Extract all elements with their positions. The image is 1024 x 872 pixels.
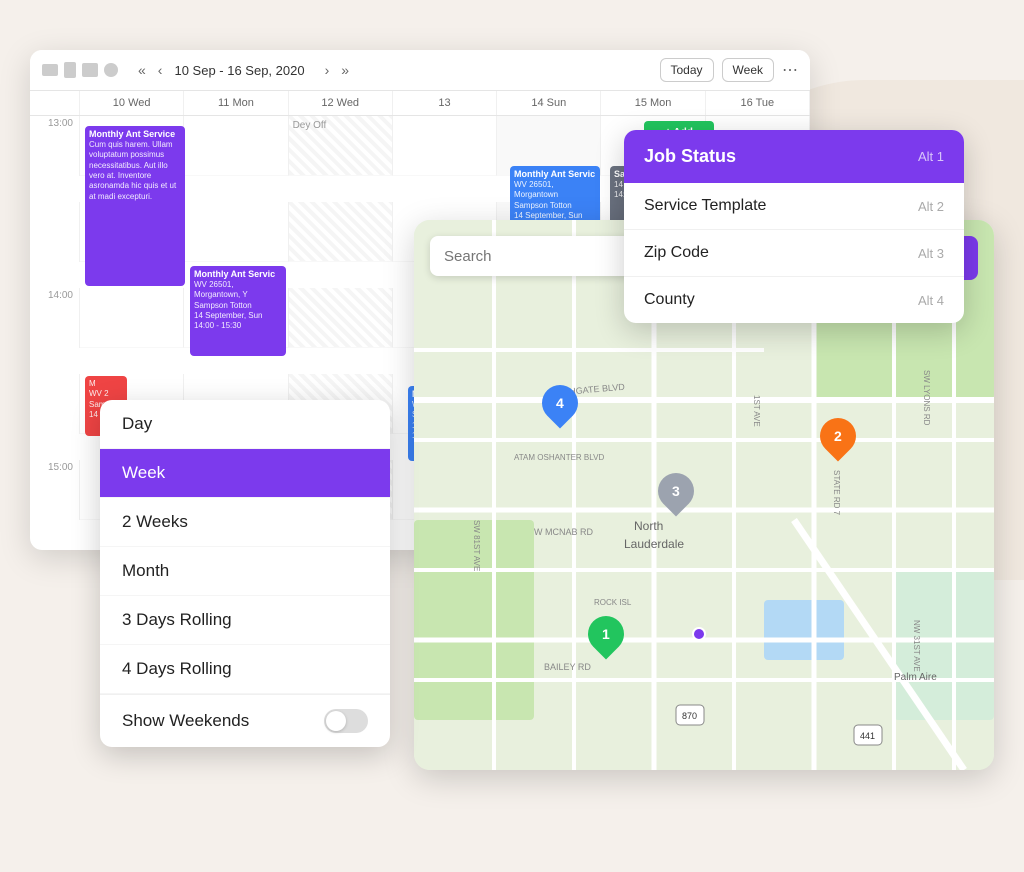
calendar-header: 10 Wed 11 Mon 12 Wed 13 14 Sun 15 Mon 16…	[30, 91, 810, 116]
date-range-label: 10 Sep - 16 Sep, 2020	[174, 63, 304, 78]
dropdown-alt-0: Alt 2	[918, 199, 944, 214]
time-14-30	[30, 374, 80, 434]
day-header-0: 10 Wed	[80, 91, 184, 115]
job-status-dropdown: Job Status Alt 1 Service Template Alt 2 …	[624, 130, 964, 323]
weekends-toggle[interactable]	[324, 709, 368, 733]
cell-r1-c1	[184, 116, 288, 176]
svg-text:BAILEY RD: BAILEY RD	[544, 662, 591, 672]
day-header-2: 12 Wed	[289, 91, 393, 115]
calendar-toolbar: « ‹ 10 Sep - 16 Sep, 2020 › » Today Week…	[30, 50, 810, 91]
day-header-3: 13	[393, 91, 497, 115]
event-monthly-ant-col0[interactable]: Monthly Ant Service Cum quis harem. Ulla…	[85, 126, 185, 286]
nav-arrows: « ‹	[134, 60, 166, 80]
dropdown-item-zip-code[interactable]: Zip Code Alt 3	[624, 230, 964, 277]
time-13-30	[30, 202, 80, 262]
day-off-label: Dey Off	[293, 120, 327, 131]
marker-dot[interactable]	[692, 627, 706, 641]
view-item-month[interactable]: Month	[100, 547, 390, 596]
dropdown-item-service-template[interactable]: Service Template Alt 2	[624, 183, 964, 230]
time-14-00: 14:00	[30, 288, 80, 348]
svg-text:870: 870	[682, 711, 697, 721]
toolbar-right: Today Week ⋯	[660, 58, 799, 82]
event-detail-1: WV 26501, Morgantown, YSampson Totton14 …	[194, 280, 282, 332]
prev-button[interactable]: ‹	[154, 60, 167, 80]
prev-prev-button[interactable]: «	[134, 60, 150, 80]
cell-r2-c2	[289, 202, 393, 262]
marker-3[interactable]: 3	[658, 473, 694, 509]
cell-r1-c2: Dey Off	[289, 116, 393, 176]
day-header-1: 11 Mon	[184, 91, 288, 115]
view-item-2weeks[interactable]: 2 Weeks	[100, 498, 390, 547]
toolbar-icons	[42, 62, 118, 78]
dropdown-label-2: County	[644, 291, 695, 309]
event-monthly-ant-col1[interactable]: Monthly Ant Servic WV 26501, Morgantown,…	[190, 266, 286, 356]
svg-text:441: 441	[860, 731, 875, 741]
marker-4[interactable]: 4	[542, 385, 578, 421]
view-label-4days: 4 Days Rolling	[122, 659, 232, 678]
svg-text:W MCNAB RD: W MCNAB RD	[534, 527, 593, 537]
view-label-3days: 3 Days Rolling	[122, 610, 232, 629]
marker-2[interactable]: 2	[820, 418, 856, 454]
event-detail: Cum quis harem. Ullam voluptatum possimu…	[89, 140, 181, 202]
cell-r1-c3	[393, 116, 497, 176]
view-label-month: Month	[122, 561, 169, 580]
dropdown-label-0: Service Template	[644, 197, 766, 215]
dropdown-alt-2: Alt 4	[918, 293, 944, 308]
dropdown-item-county[interactable]: County Alt 4	[624, 277, 964, 323]
dropdown-header-alt: Alt 1	[918, 149, 944, 164]
time-15-00: 15:00	[30, 460, 80, 520]
dropdown-alt-1: Alt 3	[918, 246, 944, 261]
view-label-2weeks: 2 Weeks	[122, 512, 188, 531]
svg-text:SW LYONS RD: SW LYONS RD	[922, 370, 931, 426]
event-title: Monthly Ant Service	[89, 129, 181, 140]
sidebar-toggle-icon[interactable]	[42, 64, 58, 76]
marker-3-label: 3	[672, 483, 680, 499]
marker-1[interactable]: 1	[588, 616, 624, 652]
svg-text:Palm Aire: Palm Aire	[894, 672, 937, 683]
cell-r3-c2	[289, 288, 393, 348]
nav-arrows-right: › »	[321, 60, 353, 80]
view-item-day[interactable]: Day	[100, 400, 390, 449]
time-13-00: 13:00	[30, 116, 80, 176]
event-title-1: Monthly Ant Servic	[194, 269, 282, 280]
view-selector-dropdown: Day Week 2 Weeks Month 3 Days Rolling 4 …	[100, 400, 390, 747]
view-item-3days[interactable]: 3 Days Rolling	[100, 596, 390, 645]
day-header-4: 14 Sun	[497, 91, 601, 115]
day-header-5: 15 Mon	[601, 91, 705, 115]
svg-text:NW 31ST AVE: NW 31ST AVE	[912, 620, 921, 672]
next-next-button[interactable]: »	[337, 60, 353, 80]
svg-text:1ST AVE: 1ST AVE	[752, 395, 761, 427]
svg-text:STATE RD 7: STATE RD 7	[832, 470, 841, 516]
cell-r3-c0	[80, 288, 184, 348]
week-selector[interactable]: Week	[722, 58, 774, 82]
marker-4-label: 4	[556, 395, 564, 411]
cell-r2-c1	[184, 202, 288, 262]
marker-1-label: 1	[602, 626, 610, 642]
view-label-week: Week	[122, 463, 165, 482]
svg-text:ROCK ISL: ROCK ISL	[594, 598, 632, 607]
day-header-6: 16 Tue	[706, 91, 810, 115]
dropdown-header: Job Status Alt 1	[624, 130, 964, 183]
sync-icon[interactable]	[82, 63, 98, 77]
svg-text:ATAM OSHANTER BLVD: ATAM OSHANTER BLVD	[514, 453, 604, 462]
svg-text:North: North	[634, 519, 663, 533]
toggle-knob	[326, 711, 346, 731]
view-item-4days[interactable]: 4 Days Rolling	[100, 645, 390, 694]
info-icon[interactable]	[104, 63, 118, 77]
view-label-day: Day	[122, 414, 152, 433]
next-button[interactable]: ›	[321, 60, 334, 80]
event-title-blue: Monthly Ant Servic	[514, 169, 596, 180]
svg-text:Lauderdale: Lauderdale	[624, 537, 684, 551]
weekends-row: Show Weekends	[100, 695, 390, 747]
weekends-label: Show Weekends	[122, 711, 249, 731]
time-col-header	[30, 91, 80, 115]
svg-text:SW 81ST AVE: SW 81ST AVE	[472, 520, 481, 571]
marker-2-label: 2	[834, 428, 842, 444]
dropdown-label-1: Zip Code	[644, 244, 709, 262]
today-button[interactable]: Today	[660, 58, 714, 82]
pin-icon[interactable]	[64, 62, 76, 78]
more-options-button[interactable]: ⋯	[782, 60, 798, 80]
view-item-week[interactable]: Week	[100, 449, 390, 498]
dropdown-title: Job Status	[644, 146, 736, 167]
